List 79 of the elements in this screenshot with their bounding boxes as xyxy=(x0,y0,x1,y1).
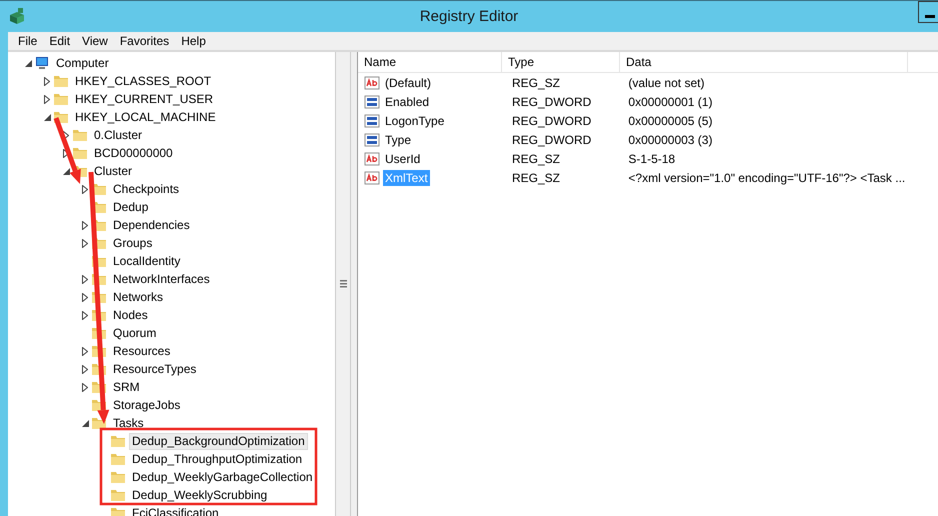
value-data: <?xml version="1.0" encoding="UTF-16"?> <Task ... xyxy=(627,170,906,184)
tree-item[interactable]: HKEY_CLASSES_ROOT xyxy=(72,72,214,90)
column-header[interactable]: Name xyxy=(358,52,502,72)
menu-item[interactable]: Favorites xyxy=(114,34,176,48)
tree-item[interactable]: ResourceTypes xyxy=(110,360,200,378)
value-type: REG_SZ xyxy=(510,76,561,90)
value-name[interactable]: (Default) xyxy=(383,74,434,90)
folder-icon xyxy=(91,397,107,413)
tree-item[interactable]: NetworkInterfaces xyxy=(110,270,213,288)
folder-icon xyxy=(110,487,126,503)
tree-item[interactable]: Computer xyxy=(53,54,112,72)
tree-item[interactable]: 0.Cluster xyxy=(91,126,146,144)
tree-item[interactable]: LocalIdentity xyxy=(110,252,184,270)
value-type: REG_SZ xyxy=(510,152,561,166)
tree-item[interactable]: Dedup_WeeklyGarbageCollection xyxy=(129,468,316,486)
computer-icon xyxy=(34,55,50,71)
binary-value-icon xyxy=(364,112,380,128)
value-name[interactable]: Type xyxy=(383,132,414,148)
tree-item[interactable]: Quorum xyxy=(110,324,160,342)
menu-item[interactable]: File xyxy=(12,34,44,48)
folder-icon xyxy=(72,145,88,161)
value-data: (value not set) xyxy=(627,76,706,90)
tree-item[interactable]: Tasks xyxy=(110,414,147,432)
tree-item[interactable]: Dedup_ThroughputOptimization xyxy=(129,450,306,468)
folder-icon xyxy=(110,469,126,485)
folder-icon xyxy=(72,127,88,143)
folder-icon xyxy=(110,433,126,449)
tree-item[interactable]: Networks xyxy=(110,288,166,306)
tree-item[interactable]: Resources xyxy=(110,342,174,360)
folder-icon xyxy=(91,307,107,323)
value-data: 0x00000001 (1) xyxy=(627,94,714,108)
value-name[interactable]: Enabled xyxy=(383,94,432,110)
value-data: 0x00000005 (5) xyxy=(627,114,714,128)
string-value-icon xyxy=(364,74,380,90)
menu-item[interactable]: Help xyxy=(175,34,212,48)
tree-item[interactable]: Groups xyxy=(110,234,156,252)
folder-icon xyxy=(91,253,107,269)
folder-icon xyxy=(91,379,107,395)
tree-item[interactable]: Dedup xyxy=(110,198,152,216)
folder-icon xyxy=(110,451,126,467)
folder-icon xyxy=(91,361,107,377)
folder-icon xyxy=(53,91,69,107)
folder-icon xyxy=(53,109,69,125)
tree-item[interactable]: HKEY_LOCAL_MACHINE xyxy=(72,108,219,126)
value-data: 0x00000003 (3) xyxy=(627,132,714,146)
value-name[interactable]: LogonType xyxy=(383,112,446,128)
folder-icon xyxy=(91,271,107,287)
folder-icon xyxy=(91,325,107,341)
binary-value-icon xyxy=(364,132,380,148)
folder-icon xyxy=(91,181,107,197)
folder-icon xyxy=(91,289,107,305)
value-type: REG_SZ xyxy=(510,170,561,184)
value-type: REG_DWORD xyxy=(510,132,592,146)
binary-value-icon xyxy=(364,94,380,110)
menu-item[interactable]: Edit xyxy=(43,34,76,48)
tree-item[interactable]: SRM xyxy=(110,378,143,396)
tree-item[interactable]: Nodes xyxy=(110,306,151,324)
tree-item[interactable]: HKEY_CURRENT_USER xyxy=(72,90,216,108)
column-header[interactable]: Type xyxy=(502,52,620,72)
window-title: Registry Editor xyxy=(420,8,518,25)
menu-item[interactable]: View xyxy=(76,34,114,48)
value-type: REG_DWORD xyxy=(510,114,592,128)
tree-item[interactable]: Checkpoints xyxy=(110,180,182,198)
value-name[interactable]: UserId xyxy=(383,150,422,166)
tree-item[interactable]: BCD00000000 xyxy=(91,144,176,162)
tree-item[interactable]: StorageJobs xyxy=(110,396,184,414)
tree-item[interactable]: Cluster xyxy=(91,162,136,180)
minimize-button[interactable] xyxy=(918,1,938,23)
string-value-icon xyxy=(364,150,380,166)
folder-icon xyxy=(91,343,107,359)
value-type: REG_DWORD xyxy=(510,94,592,108)
tree-item[interactable]: Dedup_BackgroundOptimization xyxy=(129,432,308,450)
column-header[interactable]: Data xyxy=(620,52,908,72)
value-data: S-1-5-18 xyxy=(627,152,676,166)
app-icon xyxy=(8,7,26,25)
string-value-icon xyxy=(364,170,380,186)
folder-icon xyxy=(53,73,69,89)
tree-item[interactable]: Dependencies xyxy=(110,216,193,234)
tree-item[interactable]: Dedup_WeeklyScrubbing xyxy=(129,486,270,504)
